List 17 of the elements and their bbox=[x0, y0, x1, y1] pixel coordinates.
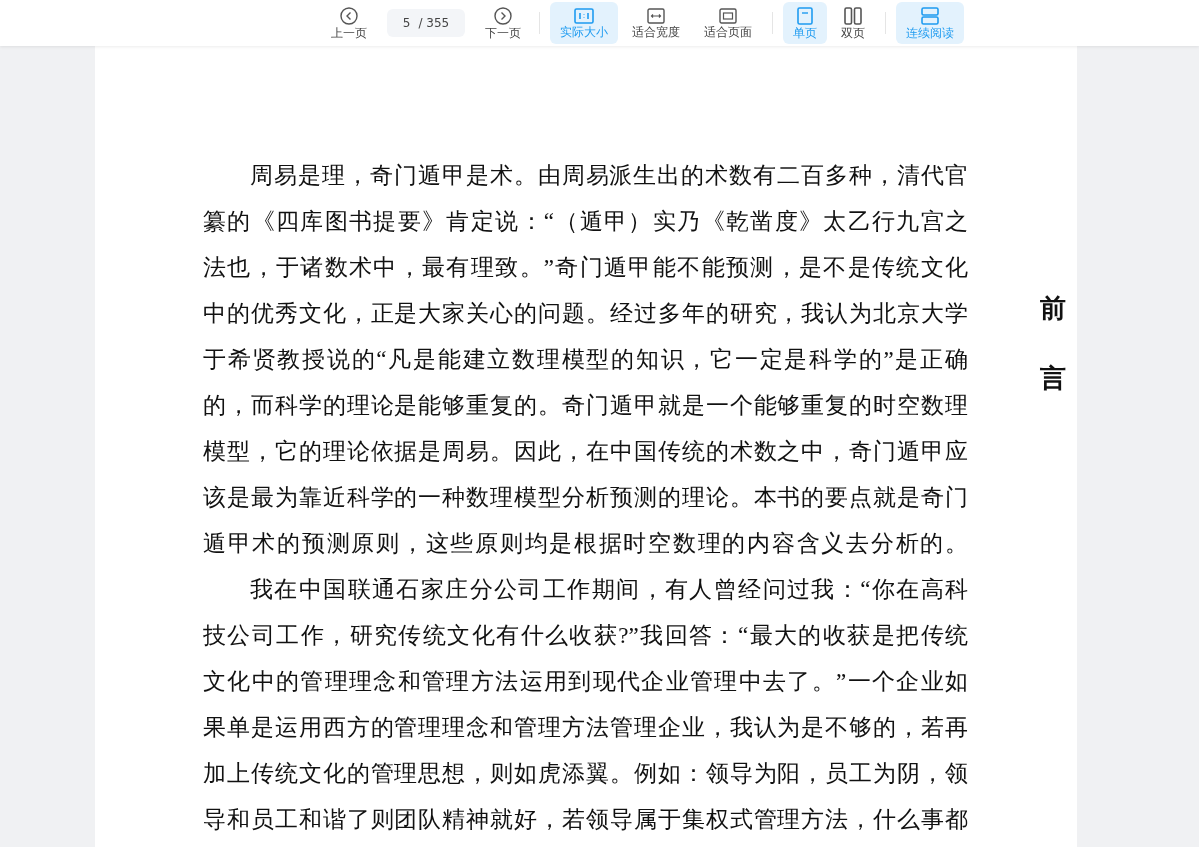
double-page-icon bbox=[844, 7, 862, 25]
toolbar-button[interactable]: 适合页面 bbox=[694, 2, 762, 44]
toolbar-button[interactable]: 双页 bbox=[831, 2, 875, 44]
chevron-left-icon bbox=[340, 7, 358, 25]
side-heading: 前言 bbox=[1040, 293, 1066, 395]
toolbar-button[interactable]: 上一页 bbox=[323, 2, 375, 44]
chevron-right-icon bbox=[494, 7, 512, 25]
fit-page-icon bbox=[719, 8, 737, 24]
page-number-field[interactable]: 5 / 355 bbox=[387, 9, 465, 37]
single-page-icon bbox=[797, 7, 813, 25]
fit-width-icon bbox=[647, 8, 665, 24]
paragraph: 周易是理，奇门遁甲是术。由周易派生出的术数有二百多种，清代官 纂的《四库图书提要》肯定说：“（遁甲）实乃《乾凿度》太乙行九宫之 法也，于诸数术中，最有理致。”奇门遁甲能不能预测，是不是传统文化 中的优秀文化，正是大家关心的问题。经过多年的研究，我认为北京大学 于希贤教授说的“凡是能建立数理模型的知识，它一定是科学的”是正确 的，而科学的理论是能够重复的。奇门遁甲就是一个能够重复的时空数理 模型，它的理论依据是周易。因此，在中国传统的术数之中，奇门遁甲应 该是最为靠近科学的一种数理模型分析预测的理论。本书的要点就是奇门 遁甲术的预测原则，这些原则均是根据时空数理的内容含义去分析的。 bbox=[203, 162, 968, 558]
toolbar-button[interactable]: 下一页 bbox=[477, 2, 529, 44]
ratio-icon bbox=[574, 8, 594, 24]
paragraph: 我在中国联通石家庄分公司工作期间，有人曾经问过我：“你在高科 技公司工作，研究传统文化有什么收获?”我回答：“最大的收获是把传统 文化中的管理理念和管理方法运用到现代企业管理中去了。”一个企业如 果单是运用西方的管理理念和管理方法管理企业，我认为是不够的，若再 加上传统文化的管理思想，则如虎添翼。例如：领导为阳，员工为阴，领 导和员工和谐了则团队精神就好，若领导属于集权式管理方法，什么事都 bbox=[203, 576, 968, 834]
toolbar-button[interactable]: 适合宽度 bbox=[622, 2, 690, 44]
continuous-pages-icon bbox=[921, 7, 939, 25]
